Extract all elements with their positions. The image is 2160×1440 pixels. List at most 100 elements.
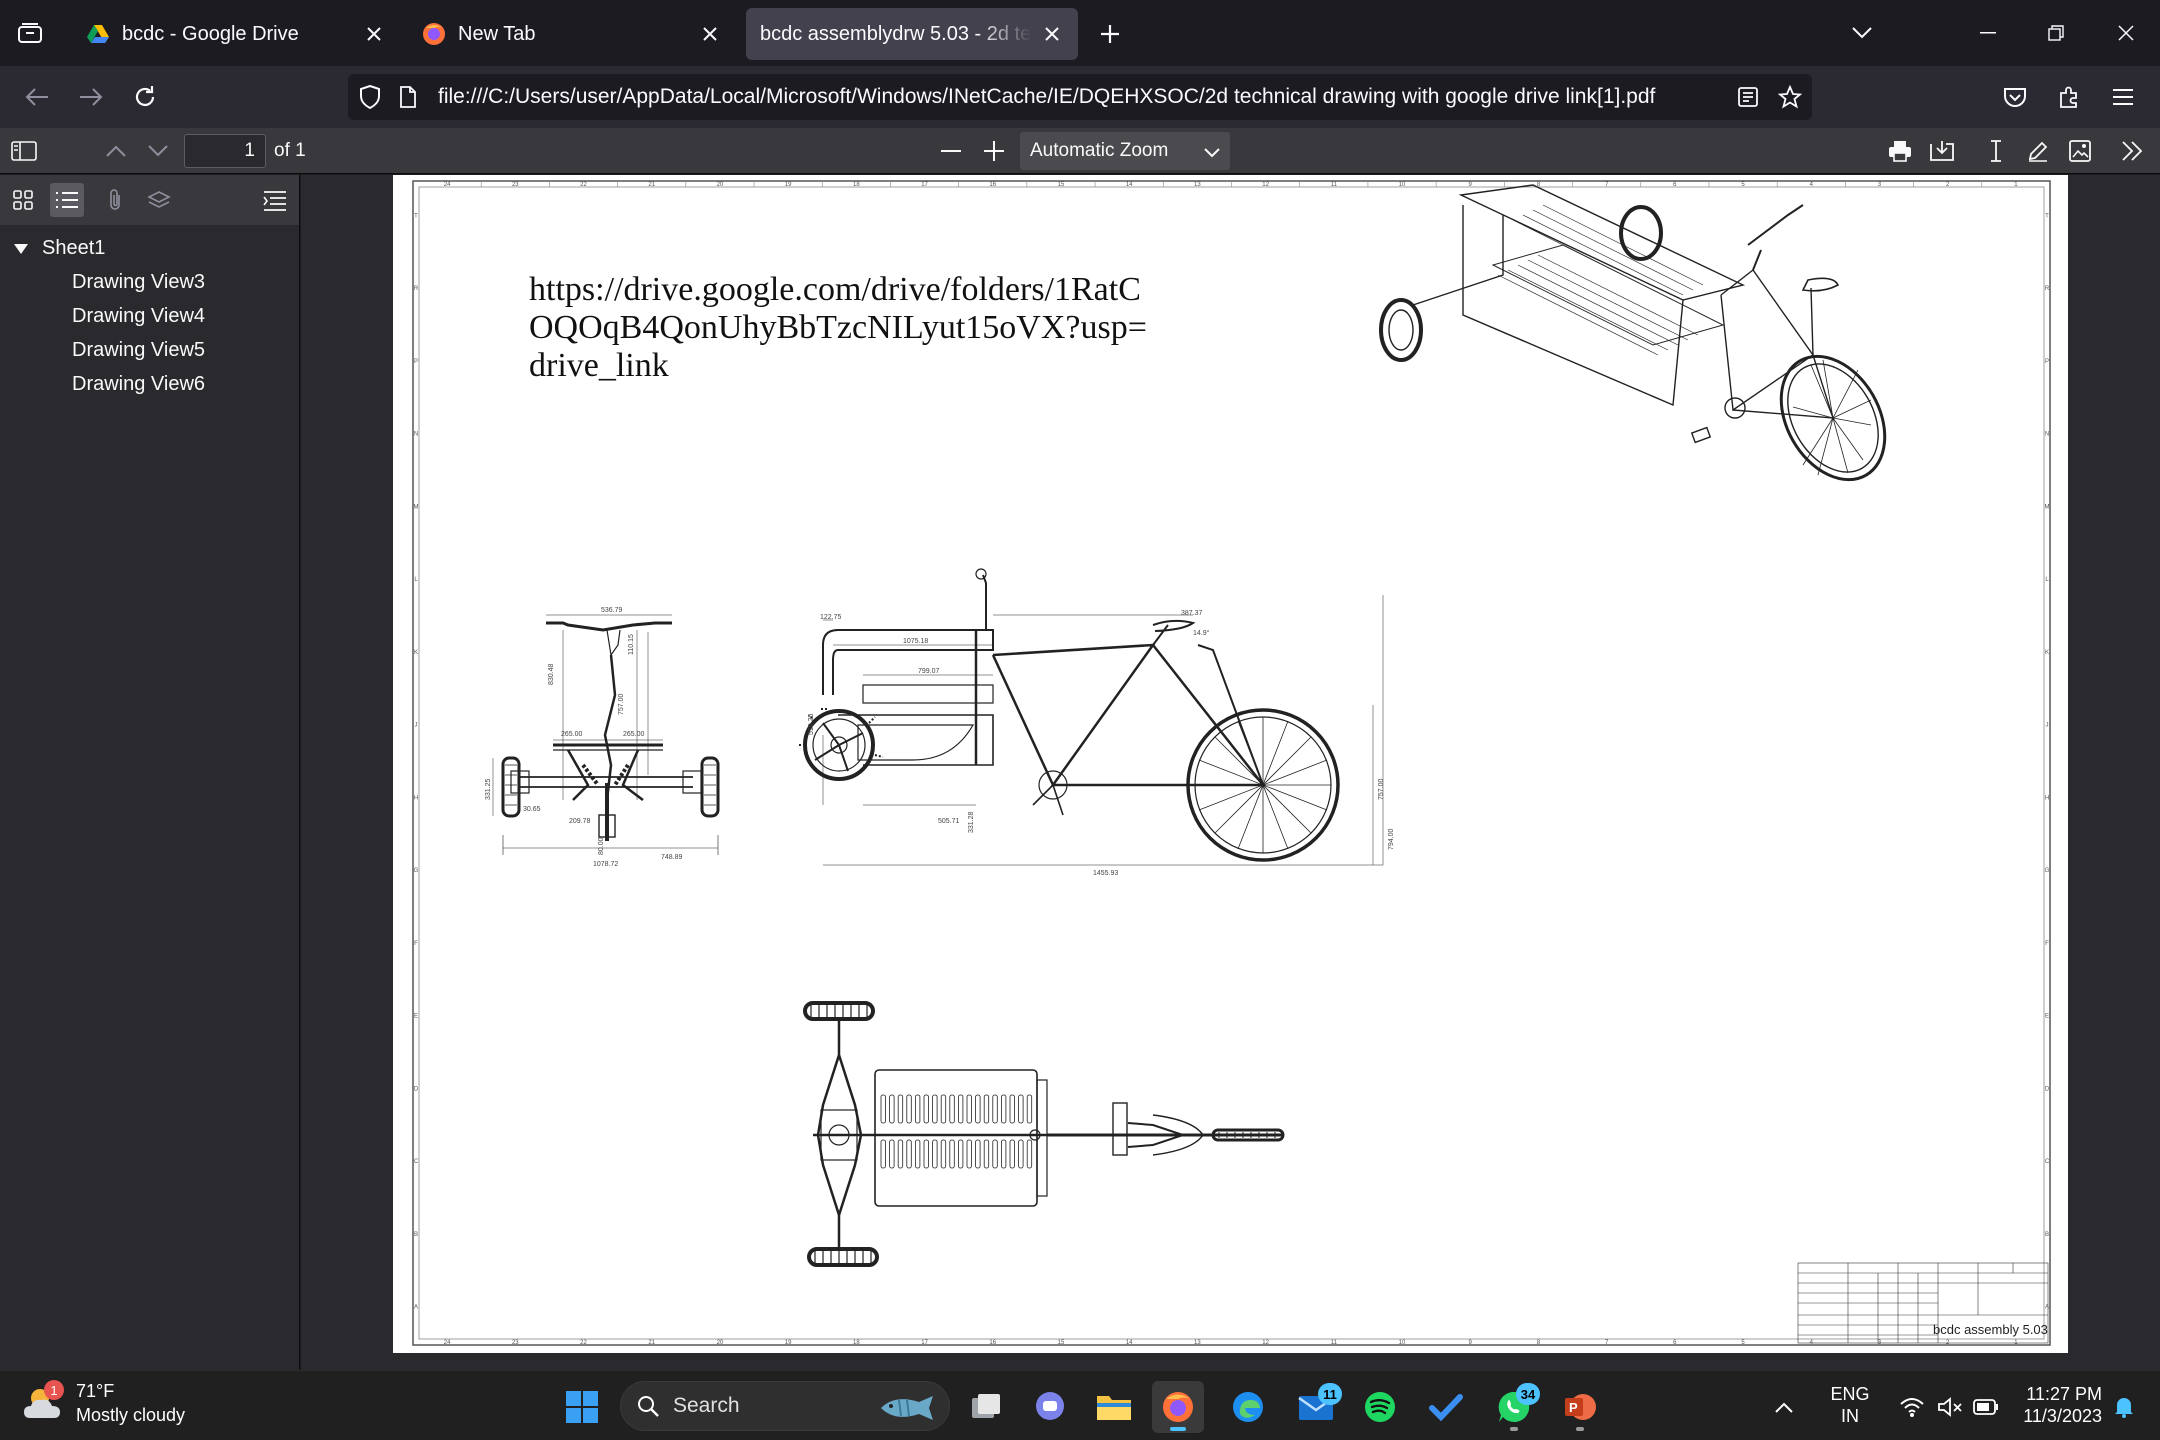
app-menu-button[interactable] [2100, 74, 2146, 120]
tab-google-drive[interactable]: bcdc - Google Drive [72, 8, 400, 60]
firefox-taskbar-button[interactable] [1152, 1381, 1204, 1433]
new-tab-button[interactable] [1090, 14, 1130, 54]
print-button[interactable] [1882, 133, 1918, 169]
expanded-triangle-icon[interactable] [14, 231, 28, 265]
file-explorer-button[interactable] [1088, 1381, 1140, 1433]
attachments-view-button[interactable] [98, 183, 132, 217]
border-letter-left: A [414, 1305, 418, 1311]
current-outline-item-button[interactable] [258, 183, 292, 217]
bookmark-star-icon[interactable] [1776, 83, 1804, 111]
zoom-select[interactable]: Automatic Zoom [1020, 132, 1230, 170]
clock[interactable]: 11:27 PM 11/3/2023 [2002, 1383, 2102, 1427]
save-download-button[interactable] [1924, 133, 1960, 169]
todo-button[interactable] [1420, 1381, 1472, 1433]
whatsapp-button[interactable]: 34 [1488, 1381, 1540, 1433]
deck-slat [966, 1094, 972, 1124]
outline-view-button[interactable] [50, 183, 84, 217]
edge-icon [1233, 1392, 1263, 1422]
drive-link-text[interactable]: https://drive.google.com/drive/folders/1… [529, 271, 1149, 385]
close-tab-icon[interactable] [1040, 22, 1064, 46]
dim-label: 387.37 [1181, 610, 1203, 617]
page-number-input[interactable] [184, 134, 266, 168]
border-number-bottom: 15 [1058, 1340, 1065, 1346]
border-letter-right: A [2045, 1305, 2049, 1311]
battery-icon [1973, 1399, 1998, 1415]
url-text: file:///C:/Users/user/AppData/Local/Micr… [438, 85, 1656, 108]
layers-view-button[interactable] [142, 183, 176, 217]
sidebar-view-buttons [0, 175, 299, 225]
thumbnails-view-button[interactable] [6, 183, 40, 217]
deck-slat [906, 1094, 912, 1124]
restore-button[interactable] [2022, 0, 2090, 66]
back-button[interactable] [14, 74, 60, 120]
border-number-bottom: 18 [853, 1340, 860, 1346]
teams-chat-button[interactable] [1024, 1381, 1076, 1433]
add-image-button[interactable] [2062, 133, 2098, 169]
pocket-button[interactable] [1992, 74, 2038, 120]
language-indicator[interactable]: ENG IN [1820, 1383, 1880, 1427]
next-page-button[interactable] [140, 133, 176, 169]
list-all-tabs-button[interactable] [1828, 0, 1896, 66]
pdf-viewer[interactable]: 24 24 23 23 22 22 21 21 20 20 19 19 18 18 17 17 16 16 15 15… [301, 175, 2160, 1370]
edge-button[interactable] [1222, 1381, 1274, 1433]
notifications-button[interactable] [2104, 1381, 2144, 1433]
minimize-button[interactable] [1954, 0, 2022, 66]
border-letter-right: E [2045, 1014, 2049, 1020]
toggle-sidebar-button[interactable] [6, 133, 42, 169]
text-cursor-icon [1991, 140, 2001, 162]
forward-button[interactable] [68, 74, 114, 120]
outline-item-drawing-view4[interactable]: Drawing View4 [0, 299, 299, 333]
close-tab-icon[interactable] [362, 22, 386, 46]
border-letter-left: N [414, 432, 418, 438]
task-view-button[interactable] [960, 1381, 1012, 1433]
dim-label: 757.00 [618, 693, 625, 715]
layers-icon [147, 191, 171, 208]
spotify-button[interactable] [1354, 1381, 1406, 1433]
tab-new-tab[interactable]: New Tab [408, 8, 736, 60]
pdf-sidebar: Sheet1 Drawing View3 Drawing View4 Drawi… [0, 175, 300, 1370]
zoom-out-button[interactable] [933, 133, 969, 169]
powerpoint-button[interactable]: P [1554, 1381, 1606, 1433]
mail-button[interactable]: 11 [1290, 1381, 1342, 1433]
double-chevron-right-icon [2122, 141, 2143, 161]
quick-settings-button[interactable] [1884, 1381, 2014, 1433]
tab-pdf-drawing[interactable]: bcdc assemblydrw 5.03 - 2d technical dra… [746, 8, 1078, 60]
folder-icon [1097, 1396, 1131, 1420]
border-number-bottom: 24 [444, 1340, 451, 1346]
zoom-in-button[interactable] [976, 133, 1012, 169]
show-hidden-icons-button[interactable] [1764, 1381, 1804, 1433]
draw-tool-button[interactable] [2020, 133, 2056, 169]
dim-label: 209.78 [569, 818, 591, 825]
outline-item-drawing-view3[interactable]: Drawing View3 [0, 265, 299, 299]
chat-icon [1036, 1392, 1064, 1420]
border-letter-left: D [414, 1086, 419, 1092]
weather-widget[interactable]: 1 71°F Mostly cloudy [22, 1379, 185, 1427]
border-letter-right: F [2045, 941, 2049, 947]
close-tab-icon[interactable] [698, 22, 722, 46]
dim-label: 510.25 [808, 713, 815, 735]
outline-item-drawing-view5[interactable]: Drawing View5 [0, 333, 299, 367]
minimize-icon [1980, 32, 1996, 34]
outline-item-sheet1[interactable]: Sheet1 [0, 231, 299, 265]
outline-find-icon [263, 191, 286, 211]
tools-menu-button[interactable] [2114, 133, 2150, 169]
tab-list-button[interactable] [0, 0, 60, 66]
close-window-button[interactable] [2092, 0, 2160, 66]
previous-page-button[interactable] [98, 133, 134, 169]
border-number-top: 20 [717, 182, 724, 188]
svg-text:P: P [1569, 1400, 1578, 1415]
shield-icon[interactable] [356, 83, 384, 111]
outline-item-drawing-view6[interactable]: Drawing View6 [0, 367, 299, 401]
dim-label: 505.71 [938, 818, 960, 825]
border-number-bottom: 16 [989, 1340, 996, 1346]
reader-view-icon[interactable] [1734, 83, 1762, 111]
deck-slat [1026, 1094, 1033, 1124]
mail-badge: 11 [1318, 1383, 1342, 1405]
deck-slat [983, 1139, 990, 1169]
text-tool-button[interactable] [1978, 133, 2014, 169]
taskbar-search[interactable]: Search [620, 1381, 950, 1431]
reload-button[interactable] [122, 74, 168, 120]
extensions-button[interactable] [2046, 74, 2092, 120]
start-button[interactable] [556, 1381, 608, 1433]
address-bar[interactable]: file:///C:/Users/user/AppData/Local/Micr… [348, 74, 1812, 120]
